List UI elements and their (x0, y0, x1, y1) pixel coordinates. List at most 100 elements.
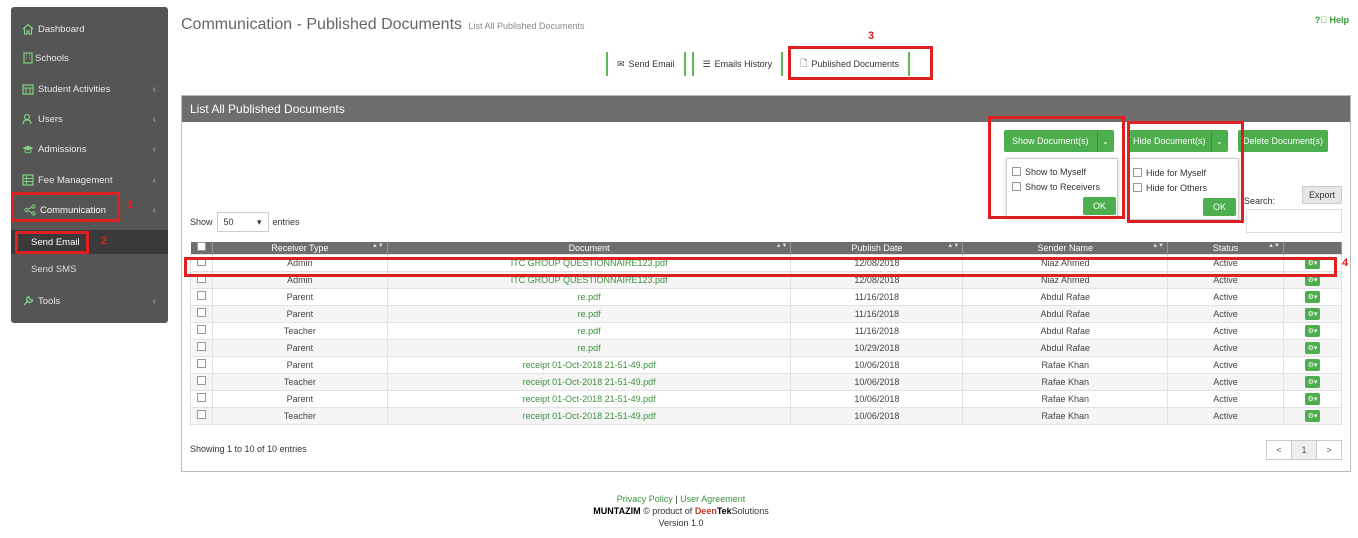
sender-name-cell: Abdul Rafae (962, 321, 1169, 340)
column-header[interactable]: Document ▲▼ (387, 242, 792, 254)
document-cell[interactable]: re.pdf (386, 287, 792, 306)
gears-icon[interactable]: ⚙▾ (1304, 307, 1321, 320)
gears-icon[interactable]: ⚙▾ (1304, 409, 1321, 422)
row-checkbox[interactable] (190, 389, 213, 408)
row-actions[interactable]: ⚙▾ (1283, 355, 1342, 374)
wrench-icon (21, 294, 35, 308)
table-row[interactable]: Parent re.pdf 11/16/2018 Abdul Rafae Active ⚙… (190, 304, 1342, 323)
status-cell: Active (1167, 304, 1284, 323)
table-row[interactable]: Parent re.pdf 10/29/2018 Abdul Rafae Active ⚙… (190, 338, 1342, 357)
page-subtitle: List All Published Documents (468, 21, 585, 31)
panel-title: List All Published Documents (182, 96, 1350, 122)
product-of: © product of (643, 506, 693, 516)
sidebar-item-schools[interactable]: Schools (11, 46, 168, 70)
document-cell[interactable]: receipt 01-Oct-2018 21-51-49.pdf (386, 372, 792, 391)
page-title-text: Communication - Published Documents (181, 16, 463, 33)
row-actions[interactable]: ⚙▾ (1283, 389, 1342, 408)
table-row[interactable]: Parent receipt 01-Oct-2018 21-51-49.pdf 10… (190, 389, 1342, 408)
sidebar-item-dashboard[interactable]: Dashboard (11, 17, 168, 41)
document-cell[interactable]: receipt 01-Oct-2018 21-51-49.pdf (386, 355, 792, 374)
receiver-type-cell: Parent (211, 304, 388, 323)
tab-label: Send Email (628, 59, 675, 69)
document-cell[interactable]: re.pdf (386, 338, 792, 357)
user-agreement-link[interactable]: User Agreement (680, 494, 745, 504)
row-checkbox[interactable] (190, 355, 213, 374)
entries-select[interactable]: 50 ▾ (216, 212, 269, 232)
gears-icon[interactable]: ⚙▾ (1304, 324, 1321, 337)
sidebar-item-users[interactable]: Users ‹ (11, 107, 168, 131)
status-cell: Active (1167, 389, 1284, 408)
sidebar-item-student-activities[interactable]: Student Activities ‹ (11, 77, 168, 101)
prev-page-button[interactable]: < (1266, 440, 1292, 460)
tab-emails-history[interactable]: ☰ Emails History (691, 52, 784, 76)
column-header[interactable]: Publish Date ▲▼ (790, 242, 964, 254)
sidebar: Dashboard Schools Student Activities ‹ U… (11, 7, 168, 323)
show-label: Show (190, 217, 213, 227)
document-cell[interactable]: receipt 01-Oct-2018 21-51-49.pdf (386, 389, 792, 408)
export-button[interactable]: Export (1301, 186, 1342, 204)
chevron-left-icon: ‹ (152, 113, 156, 125)
table-row[interactable]: Teacher receipt 01-Oct-2018 21-51-49.pdf 1… (190, 372, 1342, 391)
question-icon: ?⃝ (1314, 15, 1327, 25)
column-header[interactable]: Receiver Type ▲▼ (212, 242, 388, 254)
chevron-left-icon: ‹ (152, 83, 156, 95)
row-actions[interactable]: ⚙▾ (1283, 338, 1342, 357)
row-checkbox[interactable] (190, 372, 213, 391)
tab-label: Emails History (714, 59, 773, 69)
select-all-checkbox[interactable] (190, 242, 213, 254)
table-row[interactable]: Parent re.pdf 11/16/2018 Abdul Rafae Active ⚙… (190, 287, 1342, 306)
delete-documents-button[interactable]: Delete Document(s) (1238, 130, 1329, 152)
chevron-left-icon: ‹ (152, 204, 156, 216)
row-checkbox[interactable] (190, 321, 213, 340)
column-header[interactable]: Status ▲▼ (1167, 242, 1284, 254)
next-page-button[interactable]: > (1316, 440, 1342, 460)
sidebar-item-label: Tools (38, 295, 61, 307)
receiver-type-cell: Parent (211, 389, 388, 408)
row-actions[interactable]: ⚙▾ (1283, 406, 1342, 425)
row-actions[interactable]: ⚙▾ (1283, 372, 1342, 391)
tab-send-email[interactable]: ✉ Send Email (606, 52, 686, 76)
publish-date-cell: 11/16/2018 (790, 287, 964, 306)
table-row[interactable]: Teacher receipt 01-Oct-2018 21-51-49.pdf 1… (190, 406, 1342, 425)
annotation-box (184, 257, 1337, 277)
sidebar-item-send-sms[interactable]: Send SMS (11, 257, 168, 281)
table-icon (21, 173, 35, 187)
privacy-policy-link[interactable]: Privacy Policy (617, 494, 673, 504)
table-row[interactable]: Parent receipt 01-Oct-2018 21-51-49.pdf 10… (190, 355, 1342, 374)
sidebar-item-label: Fee Management (38, 174, 113, 186)
row-checkbox[interactable] (190, 406, 213, 425)
sidebar-item-admissions[interactable]: Admissions ‹ (11, 137, 168, 161)
table-row[interactable]: Teacher re.pdf 11/16/2018 Abdul Rafae Active… (190, 321, 1342, 340)
company-name-part: Solutions (731, 506, 769, 516)
annotation-number: 1 (127, 199, 134, 211)
calendar-icon (21, 82, 35, 96)
row-checkbox[interactable] (190, 287, 213, 306)
document-cell[interactable]: re.pdf (386, 321, 792, 340)
search-label: Search: (1244, 196, 1276, 206)
gears-icon[interactable]: ⚙▾ (1304, 358, 1321, 371)
publish-date-cell: 10/06/2018 (790, 355, 964, 374)
page-1-button[interactable]: 1 (1291, 440, 1317, 460)
sidebar-item-fee-management[interactable]: Fee Management ‹ (11, 168, 168, 192)
row-actions[interactable]: ⚙▾ (1283, 287, 1342, 306)
search-input[interactable] (1246, 209, 1342, 233)
row-actions[interactable]: ⚙▾ (1283, 304, 1342, 323)
document-cell[interactable]: receipt 01-Oct-2018 21-51-49.pdf (386, 406, 792, 425)
row-actions[interactable]: ⚙▾ (1283, 321, 1342, 340)
receiver-type-cell: Teacher (211, 406, 388, 425)
gears-icon[interactable]: ⚙▾ (1304, 290, 1321, 303)
document-cell[interactable]: re.pdf (386, 304, 792, 323)
row-checkbox[interactable] (190, 338, 213, 357)
help-link[interactable]: ?⃝ Help (1315, 15, 1349, 25)
sidebar-item-tools[interactable]: Tools ‹ (11, 289, 168, 313)
row-checkbox[interactable] (190, 304, 213, 323)
column-header[interactable]: Sender Name ▲▼ (962, 242, 1169, 254)
actions-header (1283, 242, 1342, 254)
gears-icon[interactable]: ⚙▾ (1304, 341, 1321, 354)
gears-icon[interactable]: ⚙▾ (1304, 375, 1321, 388)
status-cell: Active (1167, 372, 1284, 391)
receiver-type-cell: Teacher (211, 321, 388, 340)
gears-icon[interactable]: ⚙▾ (1304, 392, 1321, 405)
chevron-left-icon: ‹ (152, 295, 156, 307)
brand-name: MUNTAZIM (593, 506, 641, 516)
